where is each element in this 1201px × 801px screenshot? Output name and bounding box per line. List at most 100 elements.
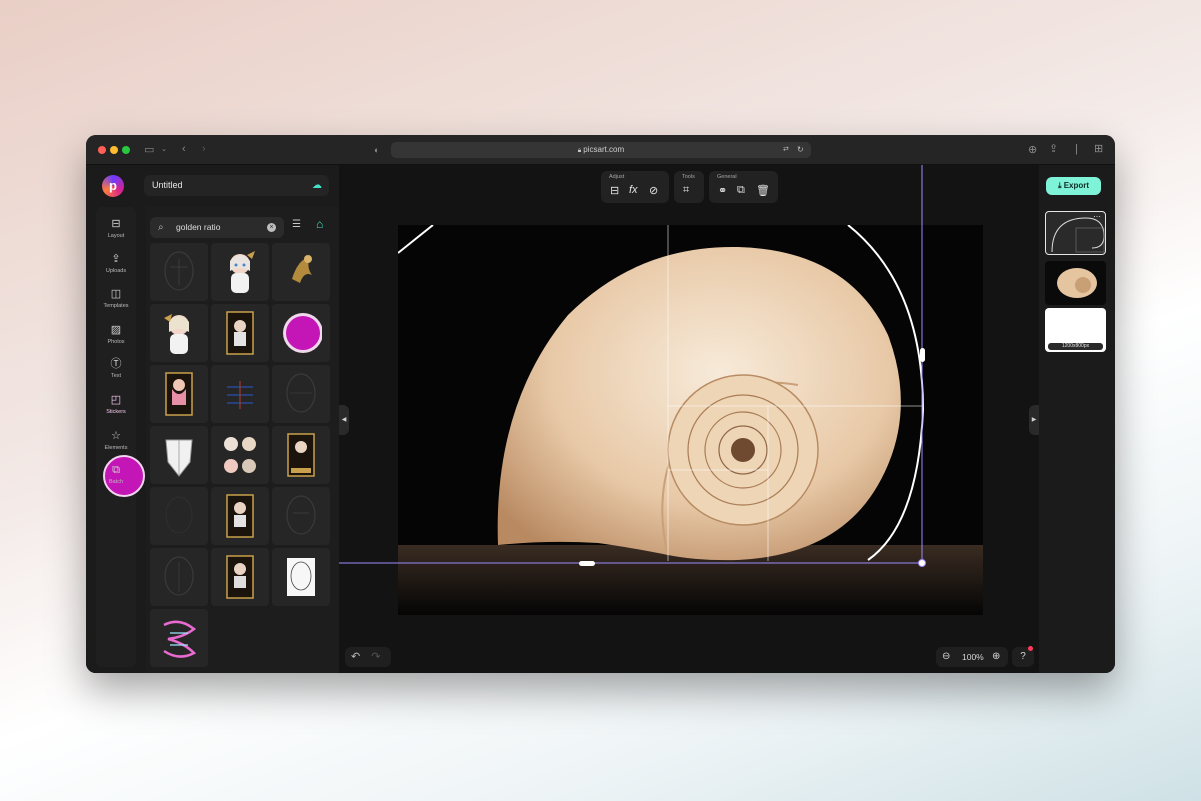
reload-icon[interactable]: ↻	[797, 142, 804, 158]
bookmark-icon[interactable]: ⌂	[316, 217, 323, 231]
redo-icon[interactable]: ↷	[371, 651, 380, 663]
layout-icon: ⊟	[111, 218, 121, 230]
face-outline-art	[164, 251, 194, 291]
undo-icon[interactable]: ↶	[351, 651, 360, 663]
project-title-field[interactable]: Untitled ☁	[144, 175, 329, 196]
divider: |	[1075, 143, 1078, 155]
adjust-icon[interactable]: ⊟	[610, 184, 619, 197]
rail-item-photos[interactable]: ▨ Photos	[96, 323, 136, 345]
lock-icon: 🔒︎	[577, 148, 582, 154]
rail-item-templates[interactable]: ◫ Templates	[96, 287, 136, 309]
sticker-golden-ratio-card-3[interactable]	[272, 426, 330, 484]
sidebar-toggle-icon[interactable]: ▭	[144, 144, 154, 156]
layer-more-icon[interactable]: ⋯	[1093, 212, 1101, 221]
rail-item-text[interactable]: Ⓣ Text	[96, 357, 136, 379]
rail-item-uploads[interactable]: ⇪ Uploads	[96, 252, 136, 274]
photos-icon: ▨	[110, 324, 122, 336]
layer-background[interactable]: 1200x800px	[1045, 308, 1106, 352]
zoom-value[interactable]: 100%	[962, 647, 984, 667]
sticker-face-sketch[interactable]	[272, 548, 330, 606]
tab-overview-icon[interactable]: ⊞	[1094, 143, 1103, 155]
link-icon[interactable]: ⚭	[718, 184, 727, 197]
adjust-group: Adjust ⊟ fx ⊘	[601, 171, 669, 203]
face-outline-4-art	[164, 556, 194, 596]
shield-icon[interactable]: ◐	[374, 144, 379, 156]
download-icon[interactable]: ⊕	[1028, 144, 1037, 156]
golden-ratio-card-4-art	[226, 494, 254, 538]
sticker-character-pack[interactable]	[211, 426, 269, 484]
effects-button[interactable]: fx	[629, 184, 638, 196]
sticker-neon-infinity[interactable]	[150, 609, 208, 667]
sticker-face-outline-3[interactable]	[272, 487, 330, 545]
sticker-search-input[interactable]: ⌕ golden ratio ×	[150, 217, 284, 238]
crop-icon[interactable]: ⌗	[683, 184, 689, 197]
collapse-left-panel-button[interactable]: ◀	[339, 405, 349, 435]
sticker-face-outline[interactable]	[150, 243, 208, 301]
sticker-magenta-circle[interactable]	[272, 304, 330, 362]
trash-icon[interactable]: 🗑︎	[756, 184, 770, 197]
sticker-blue-grid[interactable]	[211, 365, 269, 423]
sticker-face-outline-2[interactable]	[272, 365, 330, 423]
help-icon: ?	[1020, 651, 1026, 662]
sticker-golden-ratio-card-5[interactable]	[211, 548, 269, 606]
chevron-right-icon[interactable]: ›	[202, 143, 206, 155]
retouch-icon[interactable]: ⊘	[649, 184, 658, 197]
face-outline-3-art	[286, 495, 316, 535]
export-button[interactable]: ⤓ Export	[1046, 177, 1101, 195]
zoom-control: ⊖ 100% ⊕	[936, 647, 1008, 667]
clear-search-icon[interactable]: ×	[267, 223, 276, 232]
sticker-golden-ratio-card-2[interactable]	[150, 365, 208, 423]
star-icon: ☆	[111, 430, 121, 442]
collapse-right-panel-button[interactable]: ▶	[1029, 405, 1039, 435]
sticker-character-girl-2[interactable]	[150, 304, 208, 362]
right-resize-handle[interactable]	[920, 348, 925, 362]
rail-item-elements[interactable]: ☆ Elements	[96, 429, 136, 451]
golden-ratio-card-3-art	[287, 433, 315, 477]
chevron-down-icon[interactable]: ⌄	[161, 144, 167, 156]
sticker-white-mask[interactable]	[150, 426, 208, 484]
maximize-window-button[interactable]	[122, 146, 130, 154]
zoom-in-icon[interactable]: ⊕	[992, 647, 1000, 667]
upload-icon: ⇪	[111, 253, 121, 265]
notification-dot	[1028, 646, 1033, 651]
character-pack-art	[224, 437, 256, 473]
translate-icon[interactable]: ⇄	[783, 142, 789, 158]
sticker-golden-figure[interactable]	[272, 243, 330, 301]
sticker-golden-ratio-card-4[interactable]	[211, 487, 269, 545]
text-icon: Ⓣ	[110, 358, 122, 370]
sticker-character-girl[interactable]	[211, 243, 269, 301]
sticker-dark-face[interactable]	[150, 487, 208, 545]
search-icon: ⌕	[158, 222, 164, 233]
left-panel: p Untitled ☁ ⊟ Layout ⇪ Uploads ◫ Templa…	[86, 165, 339, 673]
rail-item-batch[interactable]: ⧉ Batch	[96, 463, 136, 485]
nautilus-photo[interactable]	[398, 225, 983, 615]
canvas-size-badge: 1200x800px	[1048, 343, 1103, 350]
stickers-panel: ⌕ golden ratio × ☰ ⌂	[146, 207, 339, 673]
face-outline-2-art	[286, 373, 316, 413]
general-group: General ⚭ ⧉ 🗑︎	[709, 171, 778, 203]
white-mask-art	[165, 439, 193, 477]
address-bar[interactable]: 🔒︎ picsart.com ⇄ ↻	[391, 142, 811, 158]
duplicate-icon[interactable]: ⧉	[737, 184, 745, 197]
chevron-left-icon[interactable]: ‹	[182, 143, 186, 155]
bottom-resize-handle[interactable]	[579, 561, 595, 566]
browser-window: ▭ ⌄ ‹ › ◐ 🔒︎ picsart.com ⇄ ↻ ⊕ ⇪ | ⊞ p U…	[86, 135, 1115, 673]
zoom-out-icon[interactable]: ⊖	[942, 647, 950, 667]
filter-icon[interactable]: ☰	[292, 219, 301, 230]
character-girl-2-art	[164, 314, 189, 354]
minimize-window-button[interactable]	[110, 146, 118, 154]
rail-item-layout[interactable]: ⊟ Layout	[96, 217, 136, 239]
picsart-logo[interactable]: p	[102, 175, 124, 197]
help-button[interactable]: ?	[1012, 646, 1034, 667]
sticker-face-outline-4[interactable]	[150, 548, 208, 606]
share-icon[interactable]: ⇪	[1049, 143, 1058, 155]
rail-item-stickers[interactable]: ◰ Stickers	[96, 393, 136, 415]
project-title: Untitled	[152, 180, 183, 190]
sticker-golden-ratio-card[interactable]	[211, 304, 269, 362]
canvas-area: Adjust ⊟ fx ⊘ Tools ⌗ General ⚭ ⧉ 🗑︎ ◀ ▶…	[339, 165, 1039, 673]
cloud-saved-icon: ☁	[312, 180, 322, 191]
layer-nautilus-photo[interactable]	[1045, 261, 1106, 305]
batch-icon: ⧉	[112, 464, 120, 476]
close-window-button[interactable]	[98, 146, 106, 154]
layer-golden-spiral[interactable]: ⋯	[1045, 211, 1106, 255]
